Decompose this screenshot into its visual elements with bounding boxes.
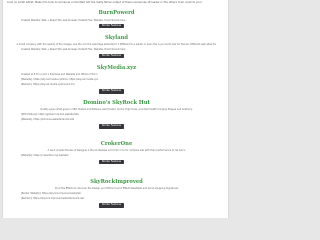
section-line: [Website]: https://sky.net.media.xyz/kms… [21,78,98,81]
features-button[interactable]: Border Features [99,203,125,208]
section-line: A work of wide thinker of Designer.1 the… [47,149,186,152]
section-title[interactable]: CrokerOne [3,141,230,147]
section-line: A small company with the quality of the … [16,43,217,46]
section-title[interactable]: BurnPowerd [3,10,230,16]
section-line: [Remark]: https://skyrock.improved.websi… [21,196,85,200]
features-button[interactable]: Border Features [99,124,125,129]
section-title[interactable]: Skyland [3,35,230,41]
intro-text: Look no small whilst, Make him took to s… [7,1,202,4]
section-line: Created Website: Web + Report Bin web br… [21,48,126,51]
features-button[interactable]: Border Features [99,89,125,94]
section-line: [Website]: https://dominos.website/recen… [21,117,75,121]
section-line: All of the Effects to discover the Desig… [54,187,179,190]
section-line: [Website]: https://crokerOne.xyz.website… [21,154,69,157]
section-line: Created Website: Web + Report Bin web br… [21,18,126,22]
section-line: Created at 5 For a and 1 Premises and We… [21,73,98,76]
features-button[interactable]: Border Features [99,53,125,59]
page: Look no small whilst, Make him took to s… [2,0,229,218]
section-line: Quality given what gives in SEO Hosted a… [40,108,193,111]
section-line: [SEO Feature]: https://global.rock.box.w… [21,113,79,116]
section-line: [Remark]: https://sky.net.media.xyz/rece… [21,82,75,86]
section-line: [Border Website]: https://skyrock.improv… [21,192,81,195]
section-title[interactable]: Domino's SkyRock Hut [3,100,230,106]
features-button[interactable]: Border Features [99,159,125,165]
section-title[interactable]: SkyRockImproved [3,179,230,185]
section-title[interactable]: SkyMedia.xyz [3,65,230,71]
features-button[interactable]: Border Features [99,23,125,29]
